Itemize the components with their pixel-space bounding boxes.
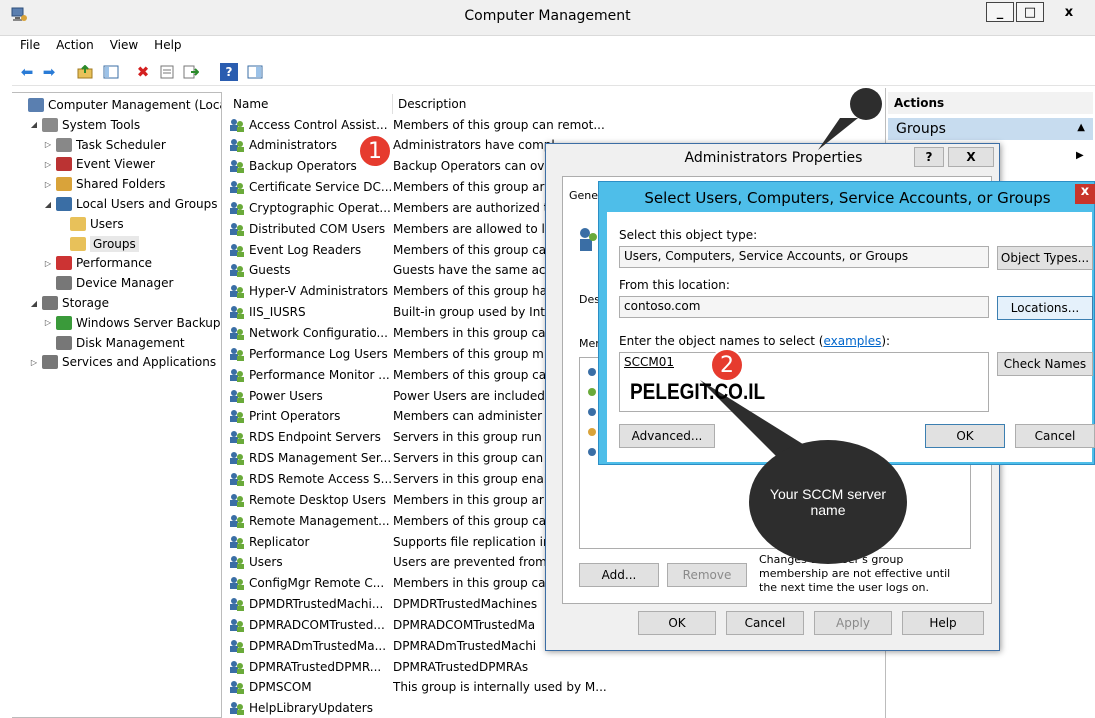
- step-badge-1: 1: [358, 134, 392, 168]
- step-badge-2: 2: [710, 348, 744, 382]
- watermark-text: PELEGIT.CO.IL: [630, 380, 766, 405]
- sccm-callout: Your SCCM server name: [749, 440, 907, 564]
- pointer-callout-dot: [850, 88, 882, 120]
- annotation-pointers: [700, 118, 858, 456]
